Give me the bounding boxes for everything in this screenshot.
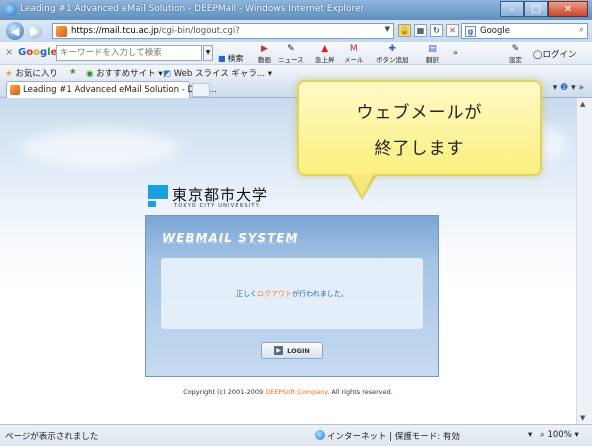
- add-favorite-icon[interactable]: ★: [69, 67, 77, 77]
- globe-icon: [315, 430, 325, 440]
- login-button[interactable]: ▶ LOGIN: [261, 342, 323, 359]
- google-icon: g: [465, 26, 476, 37]
- mail-button[interactable]: M メール: [344, 44, 364, 64]
- stop-icon[interactable]: ✕: [446, 24, 459, 37]
- callout-balloon: ウェブメールが 終了します: [297, 80, 542, 176]
- google-search-dropdown[interactable]: ▼: [203, 45, 213, 61]
- message-box: 正しくログアウトが行われました。: [161, 258, 423, 329]
- title-bar: Leading #1 Advanced eMail Solution - DEE…: [0, 0, 592, 20]
- favorites-button[interactable]: ★ お気に入り: [5, 67, 58, 79]
- video-icon: ▶: [261, 44, 268, 54]
- settings-button[interactable]: ✎ 設定: [509, 44, 522, 64]
- scroll-down-icon[interactable]: ▼: [580, 414, 585, 422]
- news-icon: ✎: [287, 44, 295, 54]
- address-tools: 🔒 ▦ ↻ ✕: [398, 24, 459, 37]
- tab-favicon-icon: [10, 85, 20, 95]
- tab-title: Leading #1 Advanced eMail Solution - DEE…: [23, 85, 217, 95]
- tab-active[interactable]: Leading #1 Advanced eMail Solution - DEE…: [6, 81, 217, 98]
- system-title-reflection: WEBMAIL SYSTEM: [162, 238, 299, 245]
- university-logo: [148, 185, 168, 207]
- suggested-sites-icon: ◉: [86, 69, 94, 79]
- search-provider: Google: [480, 26, 510, 36]
- new-tab-button[interactable]: [192, 83, 210, 97]
- company-link[interactable]: DEEPSoft Company: [265, 388, 327, 396]
- mail-icon: M: [349, 44, 358, 54]
- university-name: 東京都市大学: [172, 186, 269, 204]
- search-box[interactable]: g Google ⌕: [461, 23, 588, 39]
- status-text: ページが表示されました: [5, 432, 99, 442]
- minimize-button[interactable]: –: [500, 1, 524, 17]
- protected-mode-icon[interactable]: ▾: [528, 430, 532, 440]
- suggested-sites-button[interactable]: ◉ おすすめサイト ▾: [86, 67, 163, 79]
- trending-icon: ▲: [321, 44, 329, 54]
- url-field[interactable]: https://mail.tcu.ac.jp/cgi-bin/logout.cg…: [52, 23, 394, 39]
- translate-icon: ▤: [428, 44, 437, 54]
- scroll-up-icon[interactable]: ▲: [580, 100, 585, 108]
- maximize-button[interactable]: □: [524, 1, 548, 17]
- url-text: https://mail.tcu.ac.jp/cgi-bin/logout.cg…: [71, 26, 240, 36]
- window-controls: – □ ✕: [500, 1, 588, 17]
- login-radio-icon: ◯: [533, 50, 543, 60]
- ie-logo-icon: [4, 3, 17, 16]
- security-zone[interactable]: インターネット | 保護モード: 有効: [315, 430, 460, 442]
- google-logo: Google: [18, 47, 58, 58]
- google-search-icon: ■: [218, 53, 226, 63]
- trending-button[interactable]: ▲ 急上昇: [315, 44, 335, 64]
- google-search-field[interactable]: [56, 45, 202, 61]
- more-icon[interactable]: »: [453, 48, 458, 57]
- search-icon[interactable]: ⌕: [579, 25, 584, 35]
- window-title: Leading #1 Advanced eMail Solution - DEE…: [20, 4, 365, 14]
- url-dropdown-icon[interactable]: ▼: [385, 25, 390, 33]
- add-icon: ✚: [388, 44, 397, 54]
- webmail-panel: WEBMAIL SYSTEM WEBMAIL SYSTEM 正しくログアウトが行…: [145, 215, 439, 377]
- close-button[interactable]: ✕: [548, 1, 588, 17]
- compat-view-icon[interactable]: ▦: [414, 24, 427, 37]
- vertical-scrollbar[interactable]: ▲ ▼: [576, 98, 592, 424]
- star-icon: ★: [5, 69, 13, 79]
- back-button[interactable]: ◀: [6, 22, 24, 40]
- copyright: Copyright (c) 2001-2009 DEEPSoft Company…: [183, 388, 393, 396]
- callout-line-1: ウェブメールが: [356, 103, 483, 123]
- tools-icons[interactable]: ▾ ❷ ▾ »: [553, 83, 584, 93]
- logout-message: 正しくログアウトが行われました。: [236, 290, 348, 298]
- status-bar: ページが表示されました インターネット | 保護モード: 有効 ▾ ⌕ 100%…: [0, 424, 592, 446]
- site-favicon-icon: [56, 26, 67, 37]
- news-button[interactable]: ✎ ニュース: [278, 44, 304, 64]
- address-bar: ◀ ▶ https://mail.tcu.ac.jp/cgi-bin/logou…: [0, 20, 592, 42]
- webslice-icon: ◩: [163, 69, 172, 79]
- favorites-bar: ★ お気に入り ★ ◉ おすすめサイト ▾ ◩ Web スライス ギャラ... …: [0, 65, 592, 79]
- wrench-icon: ✎: [511, 44, 520, 54]
- callout-line-2: 終了します: [374, 139, 465, 159]
- arrow-right-icon: ▶: [274, 346, 284, 355]
- google-toolbar: × Google ▼ ■検索 ▶動画 ✎ニュース ▲急上昇 Mメール ✚ボタン追…: [0, 42, 592, 65]
- help-icon[interactable]: ❷: [560, 83, 568, 93]
- forward-button[interactable]: ▶: [27, 24, 42, 39]
- close-toolbar-icon[interactable]: ×: [5, 47, 13, 58]
- video-button[interactable]: ▶ 動画: [258, 44, 271, 64]
- translate-button[interactable]: ▤ 翻訳: [426, 44, 439, 64]
- sky-cloud: [20, 128, 180, 168]
- google-search-input[interactable]: [57, 46, 195, 60]
- lock-icon[interactable]: 🔒: [398, 24, 411, 37]
- add-button[interactable]: ✚ ボタン追加: [376, 44, 409, 64]
- login-link[interactable]: ◯ログイン: [533, 48, 577, 60]
- zoom-control[interactable]: ⌕ 100% ▾: [540, 430, 579, 440]
- refresh-icon[interactable]: ↻: [430, 24, 443, 37]
- callout-tail: [350, 174, 374, 196]
- webslice-button[interactable]: ◩ Web スライス ギャラ... ▾: [163, 67, 272, 79]
- university-name-english: TOKYO CITY UNIVERSITY: [174, 203, 260, 209]
